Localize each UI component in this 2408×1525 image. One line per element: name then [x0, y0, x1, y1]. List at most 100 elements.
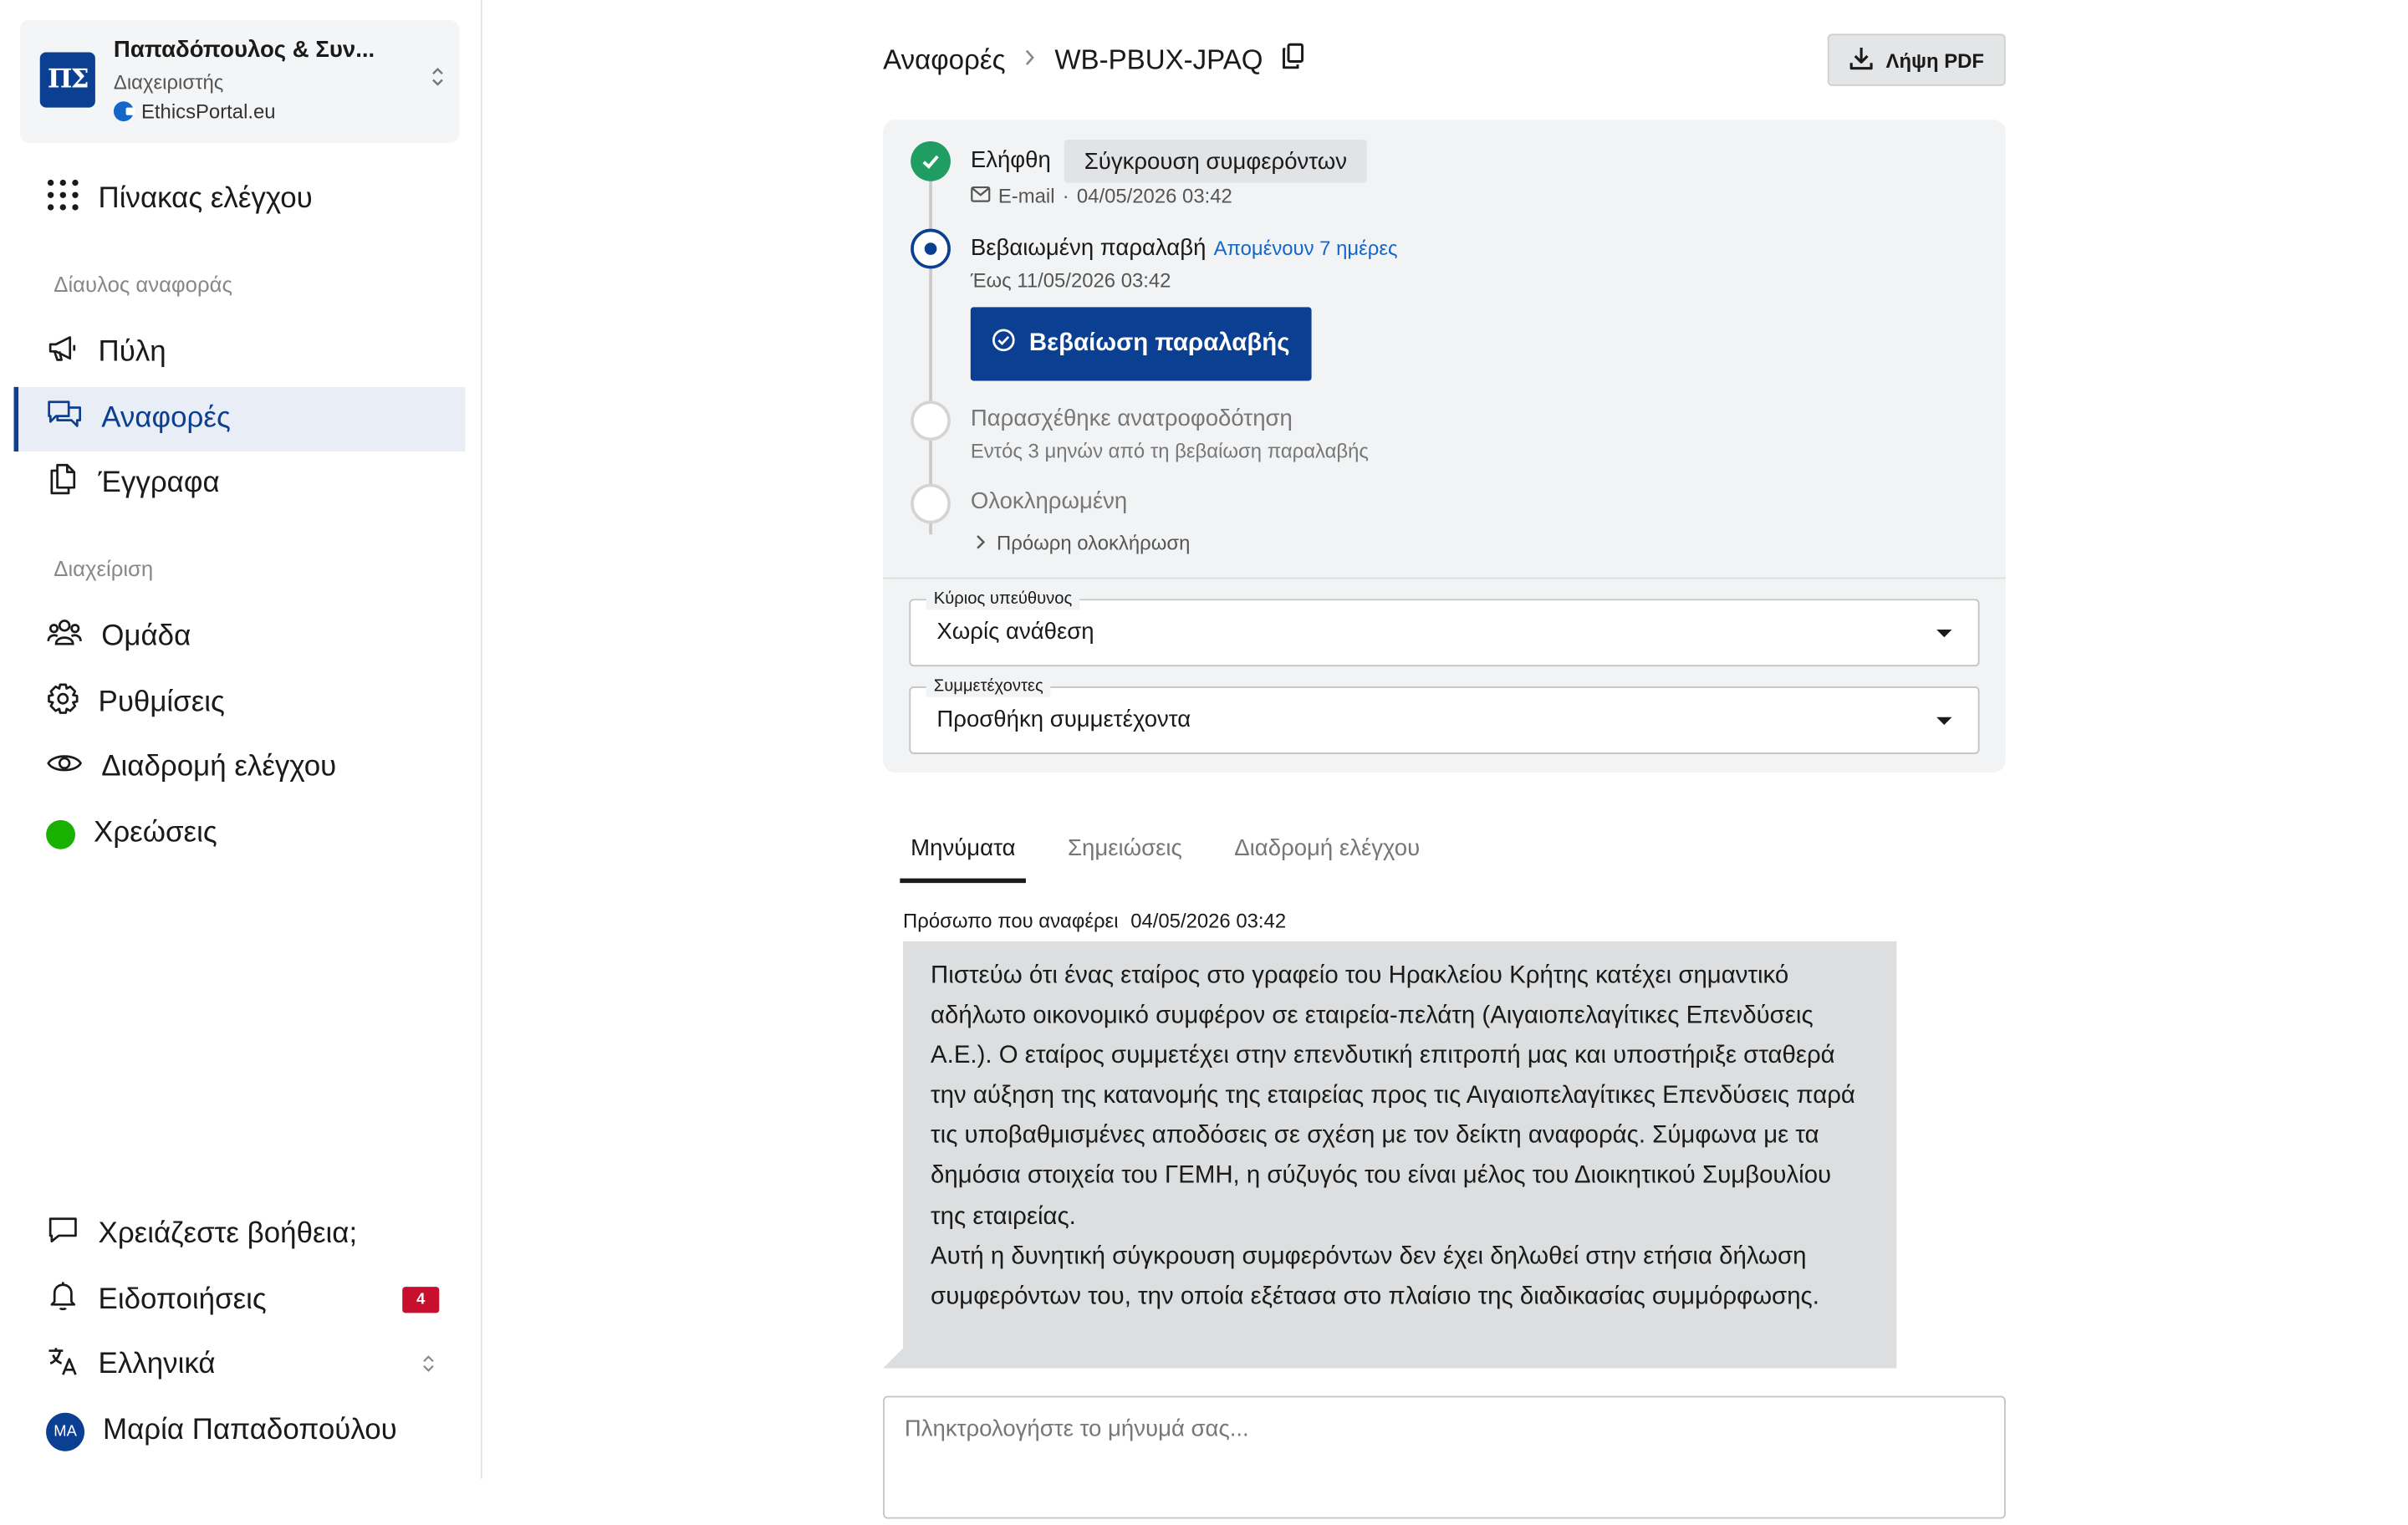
participants-value: Προσθήκη συμμετέχοντα	[936, 706, 1191, 733]
organization-logo: ΠΣ	[39, 52, 95, 108]
feedback-deadline: Εντός 3 μηνών από τη βεβαίωση παραλαβής	[970, 439, 1369, 462]
caret-down-icon	[1936, 717, 1952, 725]
message-composer[interactable]	[883, 1395, 2006, 1519]
sidebar-item-billing[interactable]: Χρεώσεις	[14, 802, 466, 866]
acknowledge-receipt-button[interactable]: Βεβαίωση παραλαβής	[970, 307, 1312, 381]
participants-select[interactable]: Συμμετέχοντες Προσθήκη συμμετέχοντα	[909, 676, 1980, 754]
case-id: WB-PBUX-JPAQ	[1054, 43, 1263, 75]
message-paragraph: Πιστεύω ότι ένας εταίρος στο γραφείο του…	[931, 962, 1855, 1230]
case-status-card: Ελήφθη Σύγκρουση συμφερόντων E-mail · 04…	[883, 120, 2006, 773]
notifications-count-badge: 4	[402, 1287, 440, 1313]
sidebar-item-reports[interactable]: Αναφορές	[13, 386, 466, 451]
participants-label: Συμμετέχοντες	[926, 676, 1051, 697]
documents-icon	[46, 462, 79, 505]
sidebar: ΠΣ Παπαδόπουλος & Συν... Διαχειριστής Et…	[0, 0, 482, 1479]
chevron-right-icon	[975, 532, 986, 555]
status-dot-icon	[46, 819, 75, 849]
primary-owner-label: Κύριος υπεύθυνος	[926, 588, 1080, 610]
sidebar-item-audit-trail[interactable]: Διαδρομή ελέγχου	[14, 736, 466, 800]
acknowledge-deadline: Έως 11/05/2026 03:42	[970, 268, 1171, 292]
sidebar-item-label: Χρειάζεστε βοήθεια;	[98, 1217, 358, 1251]
primary-owner-select[interactable]: Κύριος υπεύθυνος Χωρίς ανάθεση	[909, 588, 1980, 667]
primary-owner-value: Χωρίς ανάθεση	[936, 619, 1094, 645]
remaining-days: Απομένουν 7 ημέρες	[1213, 236, 1398, 260]
tab-audit-trail[interactable]: Διαδρομή ελέγχου	[1223, 829, 1431, 883]
message-input[interactable]	[884, 1397, 2004, 1517]
chevron-up-down-icon	[431, 66, 444, 90]
breadcrumb-reports-link[interactable]: Αναφορές	[883, 43, 1005, 76]
organization-role: Διαχειριστής	[113, 70, 224, 94]
timeline-step-received: Ελήφθη	[970, 147, 1051, 174]
organization-name: Παπαδόπουλος & Συν...	[113, 37, 375, 64]
sidebar-item-portal[interactable]: Πύλη	[14, 321, 466, 385]
download-pdf-button[interactable]: Λήψη PDF	[1827, 33, 2006, 86]
message-bubble: Πιστεύω ότι ένας εταίρος στο γραφείο του…	[903, 941, 1897, 1369]
received-meta: E-mail · 04/05/2026 03:42	[971, 184, 1232, 207]
site-logo-icon	[113, 101, 135, 122]
early-completion-label: Πρόωρη ολοκλήρωση	[997, 531, 1191, 555]
early-completion-toggle[interactable]: Πρόωρη ολοκλήρωση	[975, 531, 1191, 555]
download-icon	[1849, 45, 1873, 74]
check-circle-icon	[992, 329, 1016, 360]
sidebar-item-notifications[interactable]: Ειδοποιήσεις 4	[14, 1268, 466, 1333]
eye-icon	[46, 747, 83, 789]
chat-icon	[46, 398, 83, 441]
sidebar-item-label: Πύλη	[98, 336, 166, 369]
pending-step-icon	[911, 400, 951, 441]
breadcrumb: Αναφορές WB-PBUX-JPAQ	[883, 43, 1306, 76]
case-tabs: Μηνύματα Σημειώσεις Διαδρομή ελέγχου	[900, 829, 1461, 884]
message-bubble-tail	[883, 1348, 903, 1369]
user-name: Μαρία Παπαδοπούλου	[103, 1414, 397, 1447]
tab-notes[interactable]: Σημειώσεις	[1057, 829, 1193, 883]
megaphone-icon	[46, 332, 79, 375]
section-heading-admin: Διαχείριση	[54, 555, 154, 581]
organization-site: EthicsPortal.eu	[113, 99, 276, 123]
sidebar-item-help[interactable]: Χρειάζεστε βοήθεια;	[14, 1202, 466, 1267]
timeline-line	[929, 166, 932, 535]
sidebar-item-language[interactable]: Ελληνικά	[14, 1333, 466, 1397]
organization-site-label: EthicsPortal.eu	[140, 99, 276, 123]
category-chip: Σύγκρουση συμφερόντων	[1064, 140, 1367, 183]
acknowledge-receipt-label: Βεβαίωση παραλαβής	[1028, 329, 1290, 357]
copy-icon[interactable]	[1282, 43, 1306, 76]
message-paragraph: Αυτή η δυνητική σύγκρουση συμφερόντων δε…	[931, 1243, 1819, 1310]
sidebar-item-documents[interactable]: Έγγραφα	[14, 451, 466, 516]
chevron-up-down-icon	[422, 1354, 435, 1378]
sidebar-item-settings[interactable]: Ρυθμίσεις	[14, 671, 466, 736]
organization-switcher[interactable]: ΠΣ Παπαδόπουλος & Συν... Διαχειριστής Et…	[19, 19, 460, 143]
mail-icon	[971, 184, 991, 207]
divider	[883, 577, 2006, 579]
gear-icon	[46, 682, 79, 725]
message-author: Πρόσωπο που αναφέρει	[903, 909, 1119, 932]
timeline-step-feedback: Παρασχέθηκε ανατροφοδότηση	[970, 405, 1293, 432]
timeline-step-completed: Ολοκληρωμένη	[970, 488, 1128, 515]
sidebar-item-label: Ρυθμίσεις	[98, 686, 225, 719]
sidebar-item-dashboard[interactable]: Πίνακας ελέγχου	[14, 167, 466, 232]
sidebar-item-label: Διαδρομή ελέγχου	[101, 751, 337, 783]
sidebar-item-label: Ελληνικά	[98, 1348, 216, 1381]
users-icon	[46, 616, 83, 659]
avatar: ΜΑ	[46, 1411, 85, 1451]
sidebar-item-team[interactable]: Ομάδα	[14, 605, 466, 670]
current-step-icon	[911, 228, 951, 269]
sidebar-item-label: Έγγραφα	[98, 467, 220, 499]
sidebar-item-label: Ειδοποιήσεις	[98, 1283, 267, 1317]
sidebar-item-label: Χρεώσεις	[94, 817, 217, 849]
sidebar-item-label: Αναφορές	[101, 402, 231, 435]
sidebar-item-user-profile[interactable]: ΜΑ Μαρία Παπαδοπούλου	[14, 1399, 466, 1463]
download-pdf-label: Λήψη PDF	[1885, 48, 1985, 72]
bell-icon	[46, 1279, 79, 1322]
received-channel: E-mail	[997, 184, 1055, 207]
received-date: 04/05/2026 03:42	[1076, 184, 1232, 207]
sidebar-item-label: Ομάδα	[101, 620, 191, 653]
tab-messages[interactable]: Μηνύματα	[900, 829, 1027, 884]
grid-icon	[46, 178, 79, 221]
timeline-step-acknowledged: Βεβαιωμένη παραλαβή Απομένουν 7 ημέρες	[971, 235, 1398, 261]
message-date: 04/05/2026 03:42	[1130, 909, 1287, 932]
chevron-right-icon	[1024, 46, 1035, 74]
caret-down-icon	[1936, 630, 1952, 638]
pending-step-icon	[911, 483, 951, 524]
translate-icon	[46, 1344, 79, 1386]
message-meta: Πρόσωπο που αναφέρει 04/05/2026 03:42	[903, 909, 1286, 932]
meta-separator: ·	[1062, 184, 1069, 207]
